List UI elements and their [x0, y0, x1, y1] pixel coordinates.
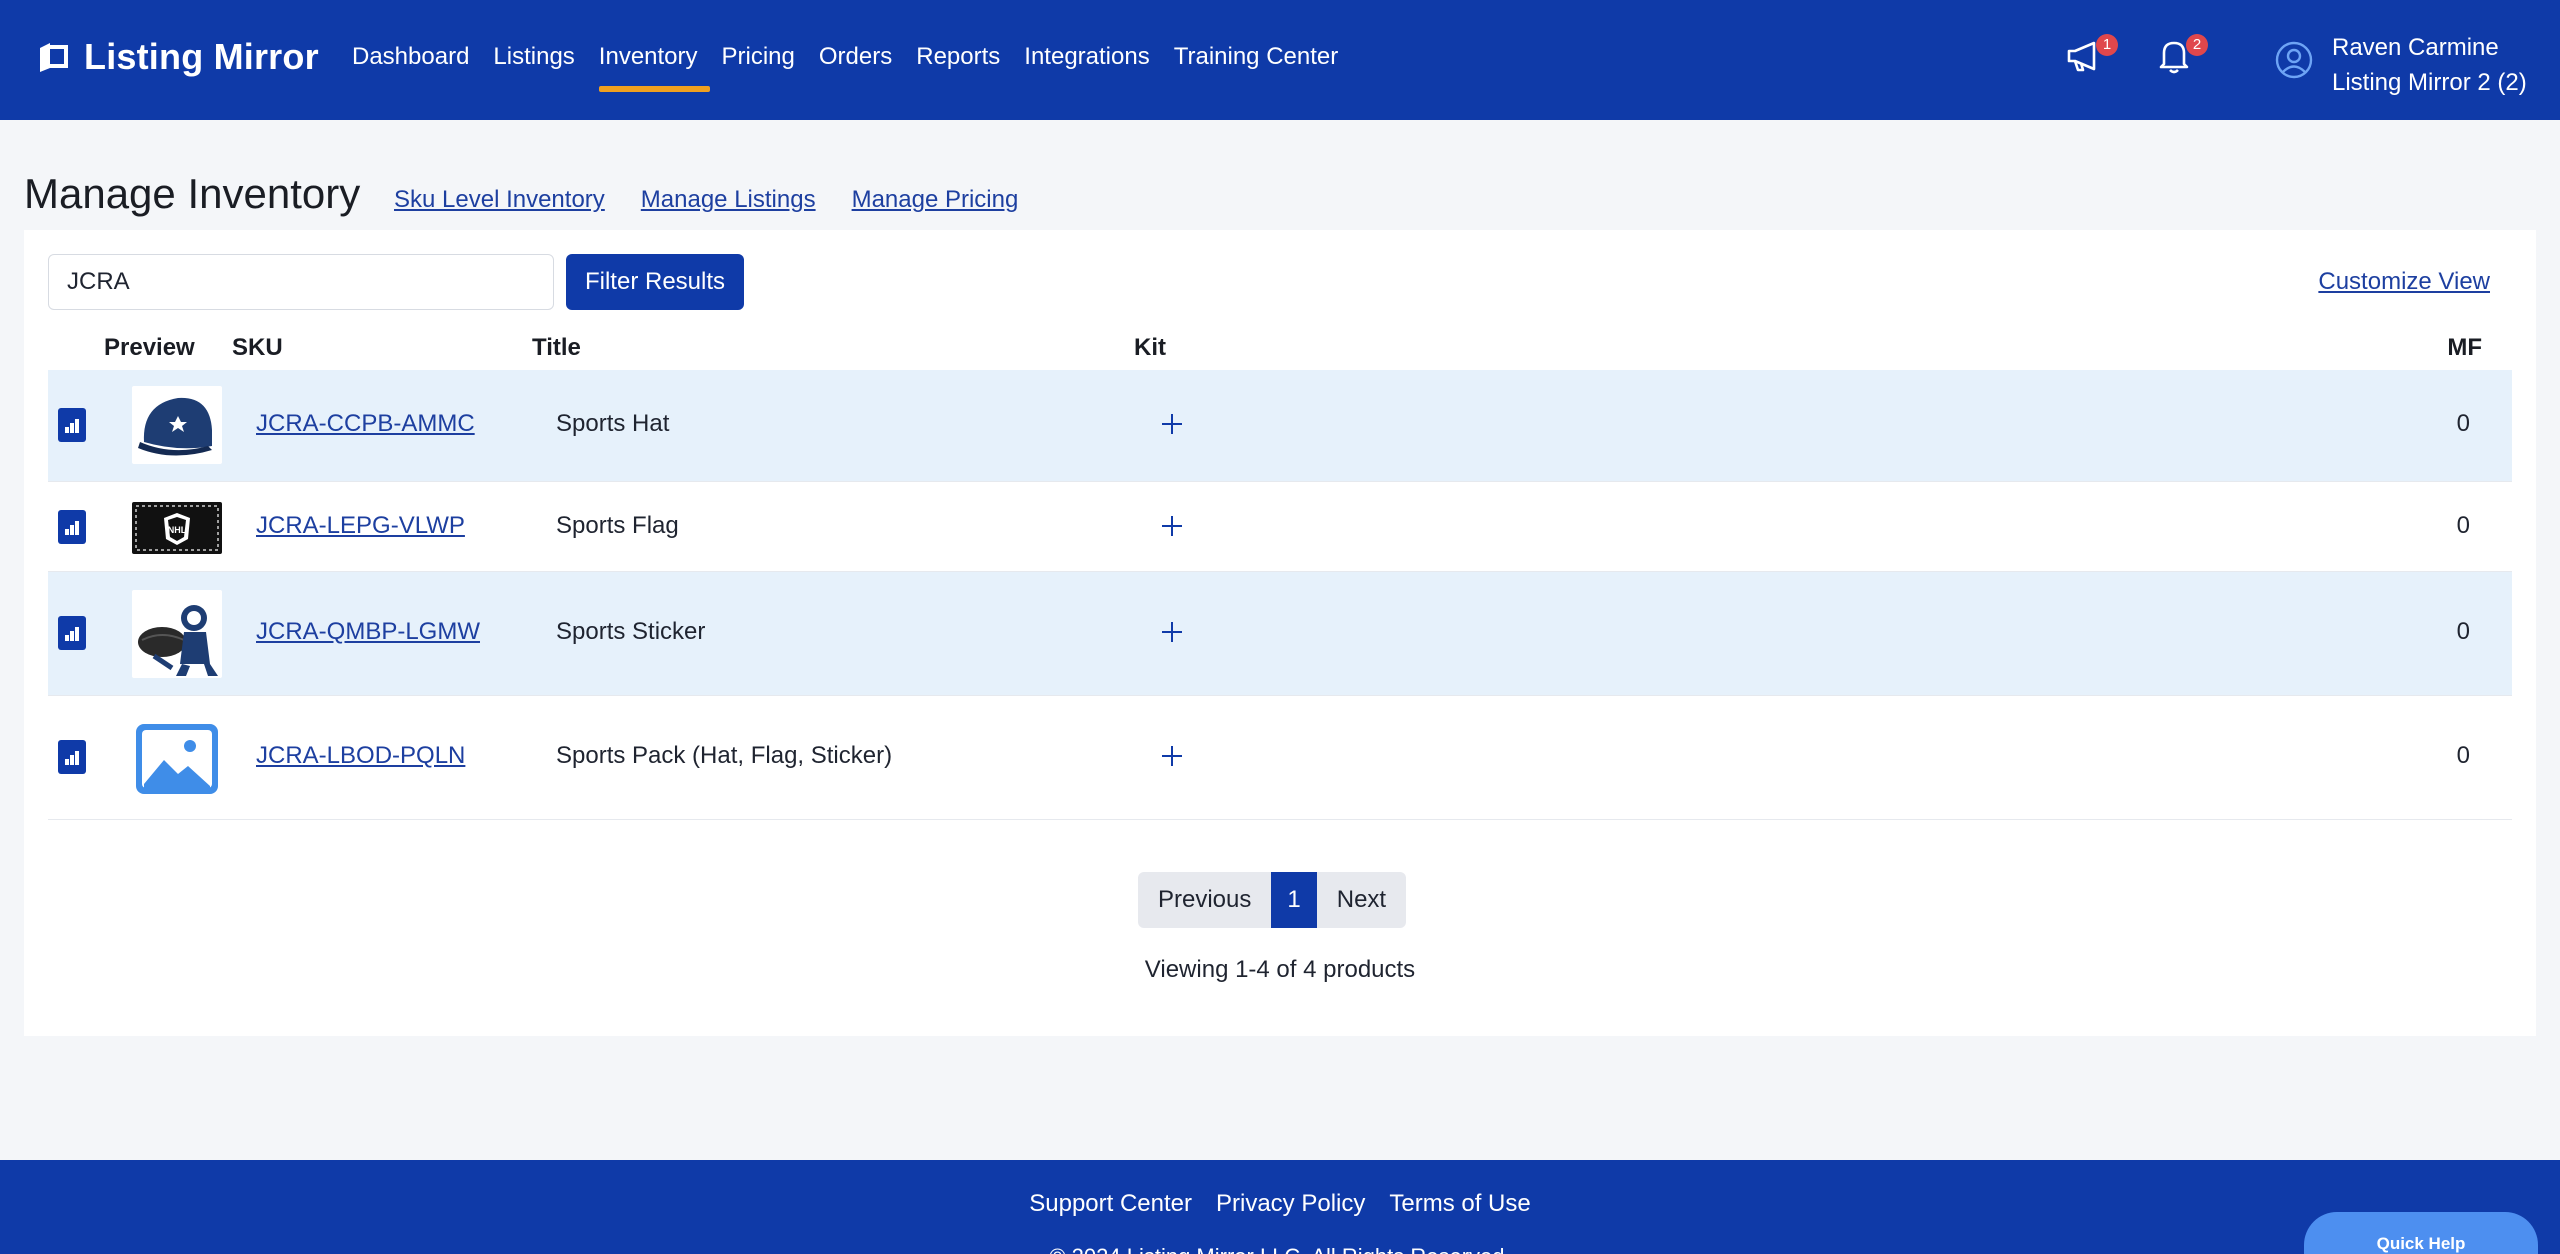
- current-page-button[interactable]: 1: [1271, 872, 1317, 928]
- chart-bars-icon[interactable]: [58, 510, 86, 544]
- brand-logo[interactable]: Listing Mirror: [36, 36, 319, 78]
- announcements-button[interactable]: 1: [2064, 34, 2118, 80]
- nav-listings[interactable]: Listings: [493, 0, 574, 120]
- table-row: JCRA-QMBP-LGMW Sports Sticker 0: [48, 572, 2512, 696]
- footer-link-privacy-policy[interactable]: Privacy Policy: [1216, 1190, 1365, 1218]
- previous-page-button[interactable]: Previous: [1138, 872, 1272, 928]
- sku-link[interactable]: JCRA-LEPG-VLWP: [256, 512, 465, 540]
- sticker-image[interactable]: [132, 590, 222, 678]
- user-name: Raven Carmine: [2332, 34, 2499, 61]
- chart-bars-icon[interactable]: [58, 740, 86, 774]
- footer-link-support-center[interactable]: Support Center: [1029, 1190, 1192, 1218]
- main-nav: Dashboard Listings Inventory Pricing Ord…: [352, 0, 1362, 120]
- table-row: JCRA-LBOD-PQLN Sports Pack (Hat, Flag, S…: [48, 696, 2512, 820]
- nav-integrations[interactable]: Integrations: [1024, 0, 1149, 120]
- nav-reports[interactable]: Reports: [916, 0, 1000, 120]
- image-placeholder-icon[interactable]: [132, 722, 222, 796]
- page-sub-navigation: Sku Level Inventory Manage Listings Mana…: [394, 186, 1018, 214]
- sku-link[interactable]: JCRA-LBOD-PQLN: [256, 742, 465, 770]
- cap-image[interactable]: [132, 386, 222, 464]
- add-kit-plus-icon[interactable]: [1158, 618, 1186, 646]
- next-page-button[interactable]: Next: [1316, 872, 1407, 928]
- column-header-title[interactable]: Title: [532, 334, 581, 362]
- mf-value: 0: [2456, 742, 2470, 769]
- table-row: JCRA-CCPB-AMMC Sports Hat 0: [48, 370, 2512, 482]
- search-input[interactable]: [48, 254, 554, 310]
- mf-value: 0: [2456, 410, 2470, 437]
- nav-training-center[interactable]: Training Center: [1174, 0, 1339, 120]
- mf-value: 0: [2456, 618, 2470, 645]
- table-header: Preview SKU Title Kit MF: [48, 330, 2512, 370]
- link-sku-level-inventory[interactable]: Sku Level Inventory: [394, 186, 605, 214]
- nav-dashboard[interactable]: Dashboard: [352, 0, 469, 120]
- column-header-mf[interactable]: MF: [2447, 334, 2482, 362]
- brand-name: Listing Mirror: [84, 36, 319, 77]
- product-title: Sports Flag: [556, 512, 679, 539]
- footer: Support Center Privacy Policy Terms of U…: [0, 1160, 2560, 1254]
- pagination: Previous 1 Next: [1138, 872, 1407, 928]
- inventory-table-body: JCRA-CCPB-AMMC Sports Hat 0 NHL JCRA-LEP…: [48, 370, 2512, 820]
- announcements-badge: 1: [2096, 34, 2118, 56]
- customize-view-link[interactable]: Customize View: [2318, 268, 2490, 296]
- chart-bars-icon[interactable]: [58, 408, 86, 442]
- user-menu[interactable]: Raven Carmine Listing Mirror 2 (2): [2274, 30, 2527, 100]
- user-avatar-icon: [2274, 40, 2314, 80]
- link-manage-listings[interactable]: Manage Listings: [641, 186, 816, 214]
- inventory-card: Filter Results Customize View Preview SK…: [24, 230, 2536, 1036]
- table-row: NHL JCRA-LEPG-VLWP Sports Flag 0: [48, 482, 2512, 572]
- chart-bars-icon[interactable]: [58, 616, 86, 650]
- column-header-sku[interactable]: SKU: [232, 334, 283, 362]
- add-kit-plus-icon[interactable]: [1158, 512, 1186, 540]
- product-title: Sports Pack (Hat, Flag, Sticker): [556, 742, 893, 769]
- filter-results-button[interactable]: Filter Results: [566, 254, 744, 310]
- account-name: Listing Mirror 2 (2): [2332, 69, 2527, 96]
- mf-value: 0: [2456, 512, 2470, 539]
- flag-image[interactable]: NHL: [132, 502, 222, 554]
- svg-text:NHL: NHL: [168, 525, 187, 535]
- notifications-badge: 2: [2186, 34, 2208, 56]
- quick-help-button[interactable]: Quick Help: [2304, 1212, 2538, 1254]
- nav-pricing[interactable]: Pricing: [722, 0, 795, 120]
- copyright-text: © 2024 Listing Mirror LLC. All Rights Re…: [0, 1244, 2560, 1254]
- sku-link[interactable]: JCRA-CCPB-AMMC: [256, 410, 475, 438]
- column-header-kit[interactable]: Kit: [1134, 334, 1166, 362]
- footer-link-terms-of-use[interactable]: Terms of Use: [1389, 1190, 1530, 1218]
- add-kit-plus-icon[interactable]: [1158, 742, 1186, 770]
- top-navigation-bar: Listing Mirror Dashboard Listings Invent…: [0, 0, 2560, 120]
- nav-orders[interactable]: Orders: [819, 0, 892, 120]
- column-header-preview[interactable]: Preview: [104, 334, 195, 362]
- listing-mirror-logo-icon: [36, 40, 70, 74]
- link-manage-pricing[interactable]: Manage Pricing: [852, 186, 1019, 214]
- product-title: Sports Hat: [556, 410, 670, 437]
- results-summary: Viewing 1-4 of 4 products: [1144, 956, 1416, 983]
- page-title: Manage Inventory: [24, 170, 361, 217]
- notifications-button[interactable]: 2: [2154, 34, 2208, 80]
- add-kit-plus-icon[interactable]: [1158, 410, 1186, 438]
- sku-link[interactable]: JCRA-QMBP-LGMW: [256, 618, 480, 646]
- product-title: Sports Sticker: [556, 618, 706, 645]
- nav-inventory[interactable]: Inventory: [598, 0, 710, 120]
